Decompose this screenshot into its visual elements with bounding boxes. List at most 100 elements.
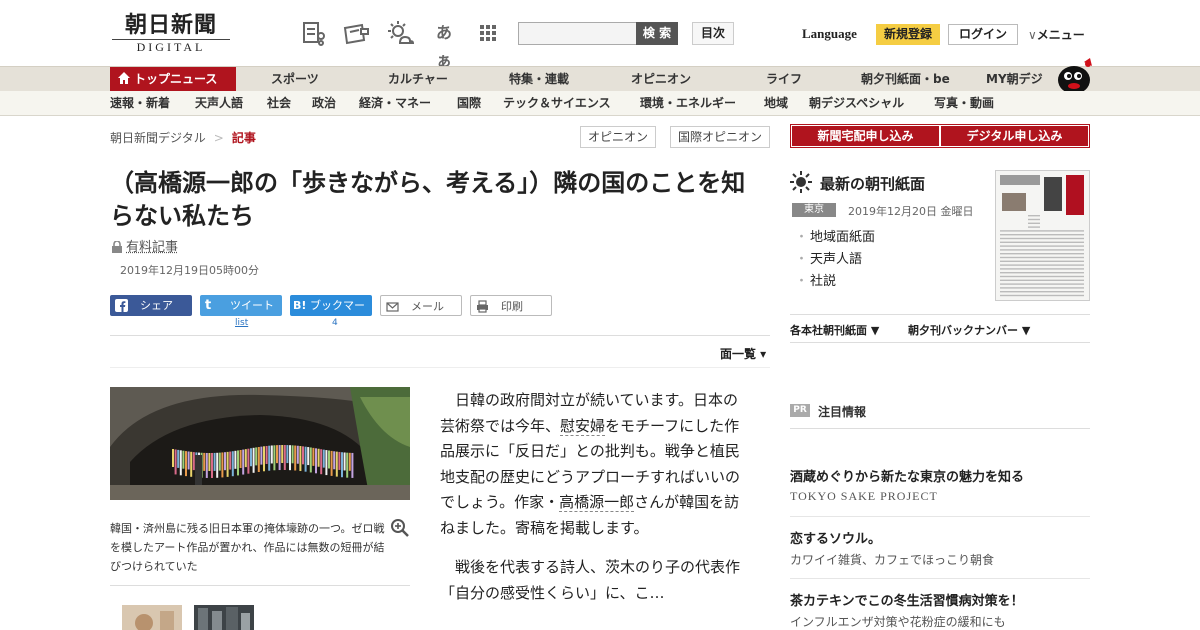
gnav-item-features[interactable]: 特集・連載: [509, 67, 569, 92]
hatena-count[interactable]: 4: [332, 318, 338, 328]
tag-international-opinion[interactable]: 国際オピニオン: [670, 126, 770, 148]
gnav-item-my-asadigi[interactable]: MY朝デジ: [986, 67, 1043, 92]
print-icon: [477, 300, 488, 313]
divider: [790, 578, 1090, 579]
photo-caption: 韓国・済州島に残る旧日本軍の掩体壕跡の一つ。ゼロ戦を模したアート作品が置かれ、作…: [110, 522, 385, 573]
newspaper-icon[interactable]: [342, 19, 370, 47]
search-button[interactable]: 検 索: [636, 22, 678, 45]
photo-thumbnail[interactable]: [194, 605, 254, 630]
language-link[interactable]: Language: [802, 26, 857, 42]
paper-date: 2019年12月20日 金曜日: [848, 205, 974, 218]
pr-ad-subtitle: カワイイ雑貨、カフェでほっこり朝食: [790, 553, 995, 567]
home-icon: [118, 72, 130, 84]
chevron-down-icon: ∨: [1028, 28, 1037, 42]
lock-icon: [112, 241, 122, 253]
weather-icon[interactable]: [386, 19, 414, 47]
regional-paper-dropdown[interactable]: 各本社朝刊紙面 ▼: [790, 322, 879, 338]
global-nav: トップニュース スポーツ カルチャー 特集・連載 オピニオン ライフ 朝夕刊紙面…: [0, 66, 1200, 92]
print-label: 印刷: [501, 300, 523, 313]
divider: [110, 367, 770, 368]
print-button[interactable]: 印刷: [470, 295, 552, 316]
menu-label: メニュー: [1036, 28, 1085, 42]
snav-item-environment[interactable]: 環境・エネルギー: [640, 91, 736, 116]
snav-item-politics[interactable]: 政治: [312, 91, 336, 116]
logo-sub-text: DIGITAL: [112, 39, 230, 54]
divider: [110, 335, 770, 336]
hatena-icon: B!: [293, 299, 307, 312]
mascot-icon[interactable]: [1054, 56, 1094, 94]
article-photo[interactable]: [110, 387, 410, 500]
gnav-item-culture[interactable]: カルチャー: [388, 67, 448, 92]
sun-icon: [790, 171, 812, 193]
pr-ad-title[interactable]: 茶カテキンでこの冬生活習慣病対策を！: [790, 590, 1024, 609]
paper-link[interactable]: 社説: [795, 271, 875, 293]
hatena-bookmark-label: ブックマーク: [310, 299, 365, 333]
snav-item-tensei-jingo[interactable]: 天声人語: [195, 91, 243, 116]
gnav-label: トップニュース: [134, 72, 218, 86]
facebook-share-label: シェア: [140, 299, 173, 312]
mail-share-label: メール: [411, 300, 444, 313]
scrap-icon[interactable]: [300, 19, 328, 47]
snav-item-society[interactable]: 社会: [267, 91, 291, 116]
paper-link[interactable]: 地域面紙面: [795, 227, 875, 249]
font-size-icon[interactable]: あぁ: [430, 19, 458, 70]
snav-item-economy[interactable]: 経済・マネー: [359, 91, 431, 116]
sub-nav: 速報・新着 天声人語 社会 政治 経済・マネー 国際 テック＆サイエンス 環境・…: [0, 91, 1200, 116]
twitter-count[interactable]: list: [235, 318, 248, 328]
index-button[interactable]: 目次: [692, 22, 734, 45]
gnav-item-sports[interactable]: スポーツ: [271, 67, 319, 92]
paid-article-badge[interactable]: 有料記事: [112, 236, 178, 255]
search-input[interactable]: [518, 22, 636, 45]
breadcrumb-separator: >: [213, 131, 224, 145]
hatena-bookmark-button[interactable]: B! ブックマーク: [290, 295, 372, 333]
page-list-dropdown[interactable]: 面一覧 ▾: [720, 345, 766, 362]
pr-heading: 注目情報: [818, 405, 867, 419]
article-paragraph: 戦後を代表する詩人、茨木のり子の代表作「自分の感受性くらい」に、こ…: [440, 558, 741, 602]
keyword-link-takahashi[interactable]: 高橋源一郎: [559, 493, 635, 512]
snav-item-region[interactable]: 地域: [764, 91, 788, 116]
site-logo[interactable]: 朝日新聞 DIGITAL: [112, 12, 230, 54]
divider: [790, 516, 1090, 517]
snav-item-tech-science[interactable]: テック＆サイエンス: [503, 91, 611, 116]
latest-paper-title[interactable]: 最新の朝刊紙面: [820, 173, 925, 194]
tag-opinion[interactable]: オピニオン: [580, 126, 656, 148]
signup-button[interactable]: 新規登録: [876, 24, 940, 45]
breadcrumb-home[interactable]: 朝日新聞デジタル: [110, 131, 206, 145]
snav-item-photo-video[interactable]: 写真・動画: [934, 91, 994, 116]
twitter-share-label: ツイート: [230, 299, 274, 312]
divider: [790, 314, 1090, 315]
facebook-icon: [115, 299, 128, 312]
snav-item-international[interactable]: 国際: [457, 91, 481, 116]
article-title: （高橋源一郎の「歩きながら、考える」）隣の国のことを知らない私たち: [110, 169, 746, 230]
paper-link[interactable]: 天声人語: [795, 249, 875, 271]
region-badge: 東京: [792, 203, 836, 217]
mail-share-button[interactable]: メール: [380, 295, 462, 316]
gnav-item-opinion[interactable]: オピニオン: [631, 67, 691, 92]
paper-links: 地域面紙面 天声人語 社説: [795, 227, 875, 293]
article-body: 日韓の政府間対立が続いています。日本の芸術祭では今年、慰安婦をモチーフにした作品…: [440, 388, 746, 620]
zoom-icon[interactable]: [390, 518, 410, 538]
divider: [790, 428, 1090, 429]
facebook-share-button[interactable]: シェア: [110, 295, 192, 316]
login-button[interactable]: ログイン: [948, 24, 1018, 45]
pr-ad-title[interactable]: 恋するソウル。: [790, 528, 881, 547]
home-delivery-button[interactable]: 新聞宅配申し込み: [792, 126, 939, 146]
gnav-item-top-news[interactable]: トップニュース: [110, 67, 236, 92]
gnav-item-life[interactable]: ライフ: [766, 67, 802, 92]
digital-subscribe-button[interactable]: デジタル申し込み: [941, 126, 1088, 146]
menu-button[interactable]: ∨メニュー: [1028, 26, 1085, 43]
twitter-icon: t: [205, 298, 212, 313]
front-page-thumbnail[interactable]: [995, 170, 1090, 301]
snav-item-special[interactable]: 朝デジスペシャル: [809, 91, 904, 116]
grid-apps-icon[interactable]: [474, 19, 502, 47]
pr-ad-title[interactable]: 酒蔵めぐりから新たな東京の魅力を知る: [790, 466, 1024, 485]
twitter-share-button[interactable]: t ツイート: [200, 295, 282, 316]
back-number-dropdown[interactable]: 朝夕刊バックナンバー ▼: [908, 322, 1030, 338]
snav-item-breaking[interactable]: 速報・新着: [110, 91, 170, 116]
pr-ad-subtitle: TOKYO SAKE PROJECT: [790, 489, 938, 503]
keyword-link-comfort-women[interactable]: 慰安婦: [560, 416, 606, 436]
gnav-item-paper[interactable]: 朝夕刊紙面・be: [861, 67, 950, 92]
divider: [790, 342, 1090, 343]
breadcrumb-current: 記事: [231, 131, 256, 145]
photo-thumbnail[interactable]: [122, 605, 182, 630]
